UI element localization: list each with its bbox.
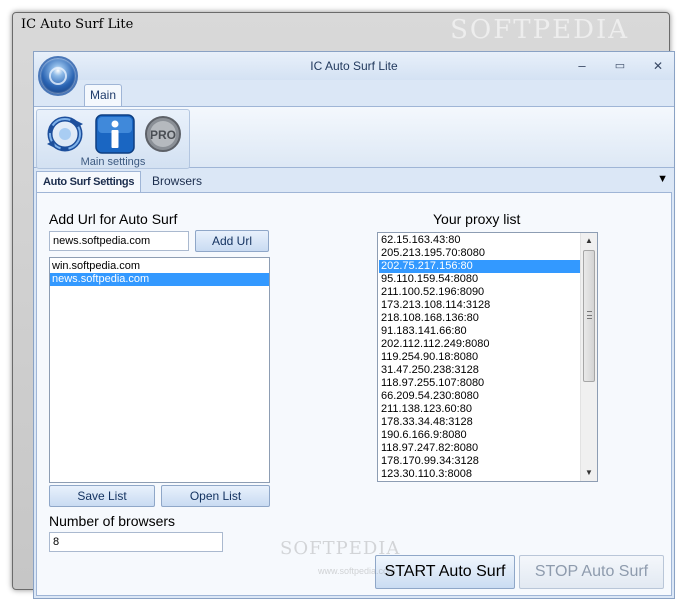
ribbon-panel: PRO Main settings: [34, 106, 674, 169]
scroll-up-arrow-icon[interactable]: ▲: [581, 233, 597, 249]
info-icon[interactable]: [95, 114, 135, 154]
add-url-button[interactable]: Add Url: [195, 230, 269, 252]
outer-window-title: IC Auto Surf Lite: [21, 17, 134, 32]
url-input[interactable]: news.softpedia.com: [49, 231, 189, 251]
list-item[interactable]: 190.6.166.9:8080: [379, 429, 581, 442]
app-window: IC Auto Surf Lite ‒ ▭ ✕ Main PRO Main se…: [33, 51, 675, 599]
list-item[interactable]: 95.110.159.54:8080: [379, 273, 581, 286]
add-url-label: Add Url for Auto Surf: [49, 211, 178, 227]
app-titlebar: IC Auto Surf Lite ‒ ▭ ✕: [34, 52, 674, 80]
list-item[interactable]: win.softpedia.com: [50, 260, 269, 273]
list-item[interactable]: 218.108.168.136:80: [379, 312, 581, 325]
orb-ring-icon: [49, 67, 67, 85]
scroll-down-arrow-icon[interactable]: ▼: [581, 465, 597, 481]
pro-icon-text: PRO: [150, 128, 176, 142]
url-list[interactable]: win.softpedia.com news.softpedia.com: [49, 257, 270, 483]
auto-surf-settings-panel: Add Url for Auto Surf news.softpedia.com…: [36, 192, 672, 596]
list-item[interactable]: news.softpedia.com: [50, 273, 269, 286]
close-button[interactable]: ✕: [648, 58, 668, 74]
scrollbar-grip-icon: [587, 311, 592, 319]
list-item[interactable]: 178.33.34.48:3128: [379, 416, 581, 429]
list-item[interactable]: 31.47.250.238:3128: [379, 364, 581, 377]
proxy-list-label: Your proxy list: [433, 211, 521, 227]
softpedia-watermark: SOFTPEDIA: [450, 15, 629, 45]
list-item[interactable]: 211.138.123.60:80: [379, 403, 581, 416]
ribbon-tab-main[interactable]: Main: [84, 84, 122, 106]
outer-window-frame: IC Auto Surf Lite SOFTPEDIA IC Auto Surf…: [12, 12, 675, 599]
list-item[interactable]: 118.97.255.107:8080: [379, 377, 581, 390]
list-item[interactable]: 205.213.195.70:8080: [379, 247, 581, 260]
application-orb-button[interactable]: [38, 56, 78, 96]
refresh-icon[interactable]: [45, 114, 85, 154]
softpedia-center-watermark: SOFTPEDIA: [280, 538, 401, 559]
softpedia-url-watermark: www.softpedia.com: [318, 566, 396, 576]
list-item[interactable]: 178.170.99.34:3128: [379, 455, 581, 468]
open-list-button[interactable]: Open List: [161, 485, 270, 507]
list-item[interactable]: 202.112.112.249:8080: [379, 338, 581, 351]
proxy-list-scrollbar[interactable]: ▲ ▼: [580, 233, 597, 481]
tab-strip: Auto Surf Settings Browsers ▼: [34, 170, 674, 192]
list-item[interactable]: 118.97.247.82:8080: [379, 442, 581, 455]
list-item[interactable]: 91.183.141.66:80: [379, 325, 581, 338]
list-item[interactable]: 66.209.54.230:8080: [379, 390, 581, 403]
ribbon-group-label: Main settings: [80, 156, 146, 168]
tab-auto-surf-settings[interactable]: Auto Surf Settings: [36, 171, 142, 192]
list-item[interactable]: 119.254.90.18:8080: [379, 351, 581, 364]
tab-browsers[interactable]: Browsers: [146, 171, 208, 192]
pro-icon[interactable]: PRO: [143, 114, 183, 154]
stop-auto-surf-button[interactable]: STOP Auto Surf: [519, 555, 664, 589]
minimize-button[interactable]: ‒: [572, 58, 592, 74]
maximize-button[interactable]: ▭: [610, 58, 630, 74]
list-item[interactable]: 202.75.217.156:80: [379, 260, 581, 273]
proxy-list[interactable]: 62.15.163.43:80 205.213.195.70:8080 202.…: [377, 232, 598, 482]
ribbon-group-main-settings: PRO Main settings: [36, 109, 190, 169]
list-item[interactable]: 123.30.110.3:8008: [379, 468, 581, 481]
list-item[interactable]: 173.213.108.114:3128: [379, 299, 581, 312]
number-of-browsers-label: Number of browsers: [49, 513, 176, 529]
tabs-dropdown-icon[interactable]: ▼: [657, 173, 668, 185]
scrollbar-thumb[interactable]: [583, 250, 595, 382]
list-item[interactable]: 211.100.52.196:8090: [379, 286, 581, 299]
list-item[interactable]: 62.15.163.43:80: [379, 234, 581, 247]
save-list-button[interactable]: Save List: [49, 485, 155, 507]
number-of-browsers-input[interactable]: 8: [49, 532, 223, 552]
start-auto-surf-button[interactable]: START Auto Surf: [375, 555, 515, 589]
